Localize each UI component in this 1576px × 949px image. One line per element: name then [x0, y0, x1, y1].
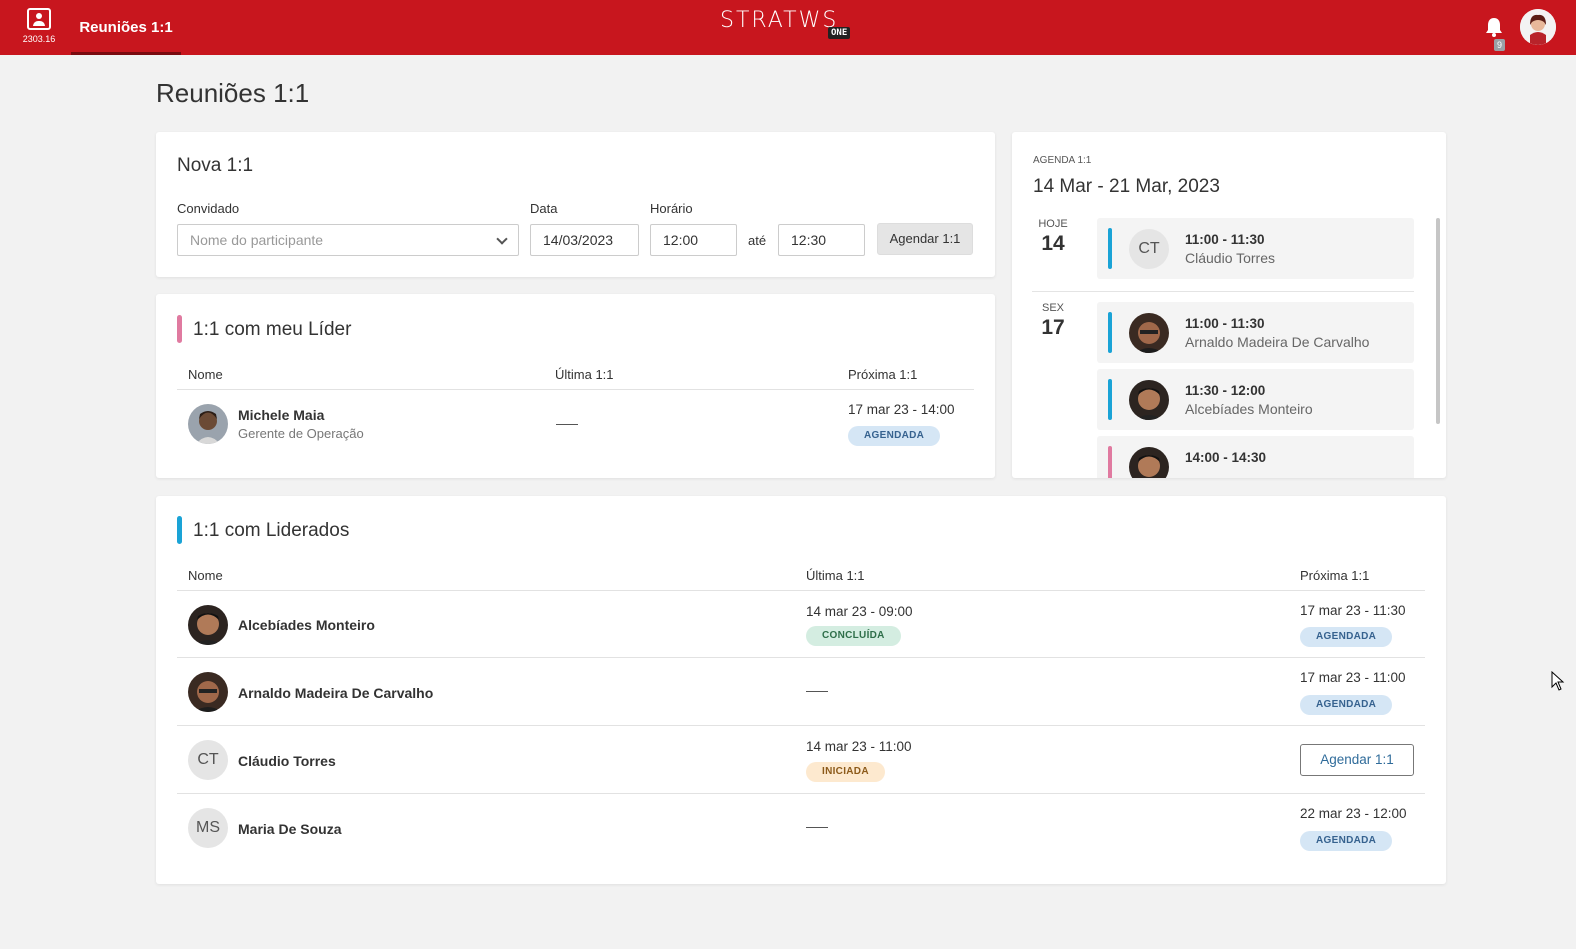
lider-title: 1:1 com meu Líder	[193, 319, 352, 340]
proxima-date: 17 mar 23 - 14:00	[848, 402, 955, 417]
event-name: Cláudio Torres	[1185, 250, 1276, 266]
user-photo-icon	[1520, 9, 1556, 45]
liderados-title: 1:1 com Liderados	[193, 520, 350, 541]
col-ultima: Última 1:1	[806, 568, 865, 583]
status-badge: CONCLUÍDA	[806, 626, 901, 646]
horario-label: Horário	[650, 201, 693, 216]
person-name: Cláudio Torres	[238, 753, 336, 769]
col-ultima: Última 1:1	[555, 367, 614, 382]
convidado-placeholder: Nome do participante	[190, 232, 324, 248]
nova-title: Nova 1:1	[177, 155, 254, 176]
row-divider	[177, 725, 1425, 726]
status-badge: AGENDADA	[848, 426, 941, 446]
notification-count: 9	[1494, 39, 1506, 51]
status-badge: AGENDADA	[1300, 831, 1393, 851]
top-bar: 2303.16 Reuniões 1:1 STRATWS ONE 9	[0, 0, 1576, 55]
liderados-card: 1:1 com Liderados Nome Última 1:1 Próxim…	[156, 496, 1446, 884]
logo-badge: ONE	[828, 27, 851, 39]
agenda-event[interactable]: 11:30 - 12:00 Alcebíades Monteiro	[1097, 369, 1414, 430]
data-input[interactable]: 14/03/2023	[530, 224, 639, 256]
app-switcher-button[interactable]: 2303.16	[18, 8, 60, 48]
empty-dash	[806, 827, 828, 828]
empty-dash	[806, 691, 828, 692]
convidado-select[interactable]: Nome do participante	[177, 224, 519, 256]
mouse-cursor-icon	[1551, 671, 1565, 691]
event-name: Arnaldo Madeira De Carvalho	[1185, 334, 1370, 350]
header-divider	[177, 389, 974, 390]
status-badge: INICIADA	[806, 762, 885, 782]
status-badge: AGENDADA	[1300, 627, 1393, 647]
day-divider	[1032, 291, 1414, 292]
avatar	[188, 404, 228, 444]
avatar: CT	[188, 740, 228, 780]
event-color-bar	[1108, 379, 1112, 420]
event-color-bar	[1108, 228, 1112, 269]
avatar	[1129, 447, 1169, 478]
col-nome: Nome	[188, 568, 223, 583]
app-code: 2303.16	[22, 34, 56, 44]
agenda-card: AGENDA 1:1 14 Mar - 21 Mar, 2023 HOJE 14…	[1012, 132, 1446, 478]
row-divider	[177, 657, 1425, 658]
status-badge: AGENDADA	[1300, 695, 1393, 715]
day-name: HOJE	[1038, 218, 1068, 230]
tab-reunioes[interactable]: Reuniões 1:1	[71, 0, 181, 55]
lider-accent-bar	[177, 315, 182, 343]
person-name: Alcebíades Monteiro	[238, 617, 375, 633]
event-time: 14:00 - 14:30	[1185, 450, 1267, 465]
event-color-bar	[1108, 312, 1112, 353]
stratws-logo: STRATWS ONE	[720, 8, 860, 44]
ultima-date: 14 mar 23 - 09:00	[806, 604, 913, 619]
avatar	[1129, 380, 1169, 420]
ate-label: até	[748, 233, 767, 248]
avatar	[1129, 313, 1169, 353]
person-role: Gerente de Operação	[238, 426, 364, 441]
row-divider	[177, 793, 1425, 794]
col-proxima: Próxima 1:1	[1300, 568, 1370, 583]
agenda-scrollbar[interactable]	[1436, 218, 1440, 424]
page-title: Reuniões 1:1	[156, 78, 310, 108]
avatar	[188, 605, 228, 645]
col-nome: Nome	[188, 367, 223, 382]
day-name: SEX	[1041, 302, 1064, 314]
agendar-button[interactable]: Agendar 1:1	[1300, 744, 1414, 776]
ultima-date: 14 mar 23 - 11:00	[806, 739, 912, 754]
person-name: Maria De Souza	[238, 821, 342, 837]
nova-card: Nova 1:1 Convidado Nome do participante …	[156, 132, 995, 277]
event-color-bar	[1108, 446, 1112, 478]
day-number: 17	[1041, 316, 1065, 339]
agenda-range: 14 Mar - 21 Mar, 2023	[1033, 176, 1220, 197]
data-label: Data	[530, 201, 558, 216]
chevron-down-icon	[496, 233, 508, 245]
avatar: MS	[188, 808, 228, 848]
avatar	[188, 672, 228, 712]
contacts-icon	[27, 8, 51, 30]
convidado-label: Convidado	[177, 201, 240, 216]
event-time: 11:30 - 12:00	[1185, 383, 1266, 398]
proxima-date: 17 mar 23 - 11:00	[1300, 670, 1406, 685]
proxima-date: 22 mar 23 - 12:00	[1300, 806, 1407, 821]
day-number: 14	[1041, 232, 1065, 255]
agenda-label: AGENDA 1:1	[1033, 155, 1092, 166]
header-divider	[177, 590, 1425, 591]
event-time: 11:00 - 11:30	[1185, 316, 1265, 331]
agenda-event[interactable]: 14:00 - 14:30	[1097, 436, 1414, 478]
empty-dash	[556, 424, 578, 425]
col-proxima: Próxima 1:1	[848, 367, 918, 382]
event-name: Alcebíades Monteiro	[1185, 401, 1313, 417]
user-avatar[interactable]	[1520, 9, 1556, 45]
lider-card: 1:1 com meu Líder Nome Última 1:1 Próxim…	[156, 294, 995, 478]
event-time: 11:00 - 11:30	[1185, 232, 1265, 247]
agenda-event[interactable]: 11:00 - 11:30 Arnaldo Madeira De Carvalh…	[1097, 302, 1414, 363]
liderados-accent-bar	[177, 516, 182, 544]
hora-inicio-input[interactable]: 12:00	[650, 224, 737, 256]
agendar-button[interactable]: Agendar 1:1	[877, 223, 973, 255]
agenda-event[interactable]: CT 11:00 - 11:30 Cláudio Torres	[1097, 218, 1414, 279]
person-name: Michele Maia	[238, 407, 325, 423]
proxima-date: 17 mar 23 - 11:30	[1300, 603, 1406, 618]
hora-fim-input[interactable]: 12:30	[778, 224, 865, 256]
bell-icon[interactable]	[1484, 16, 1504, 38]
avatar: CT	[1129, 229, 1169, 269]
logo-text: STRATWS	[720, 8, 839, 33]
person-name: Arnaldo Madeira De Carvalho	[238, 685, 434, 701]
